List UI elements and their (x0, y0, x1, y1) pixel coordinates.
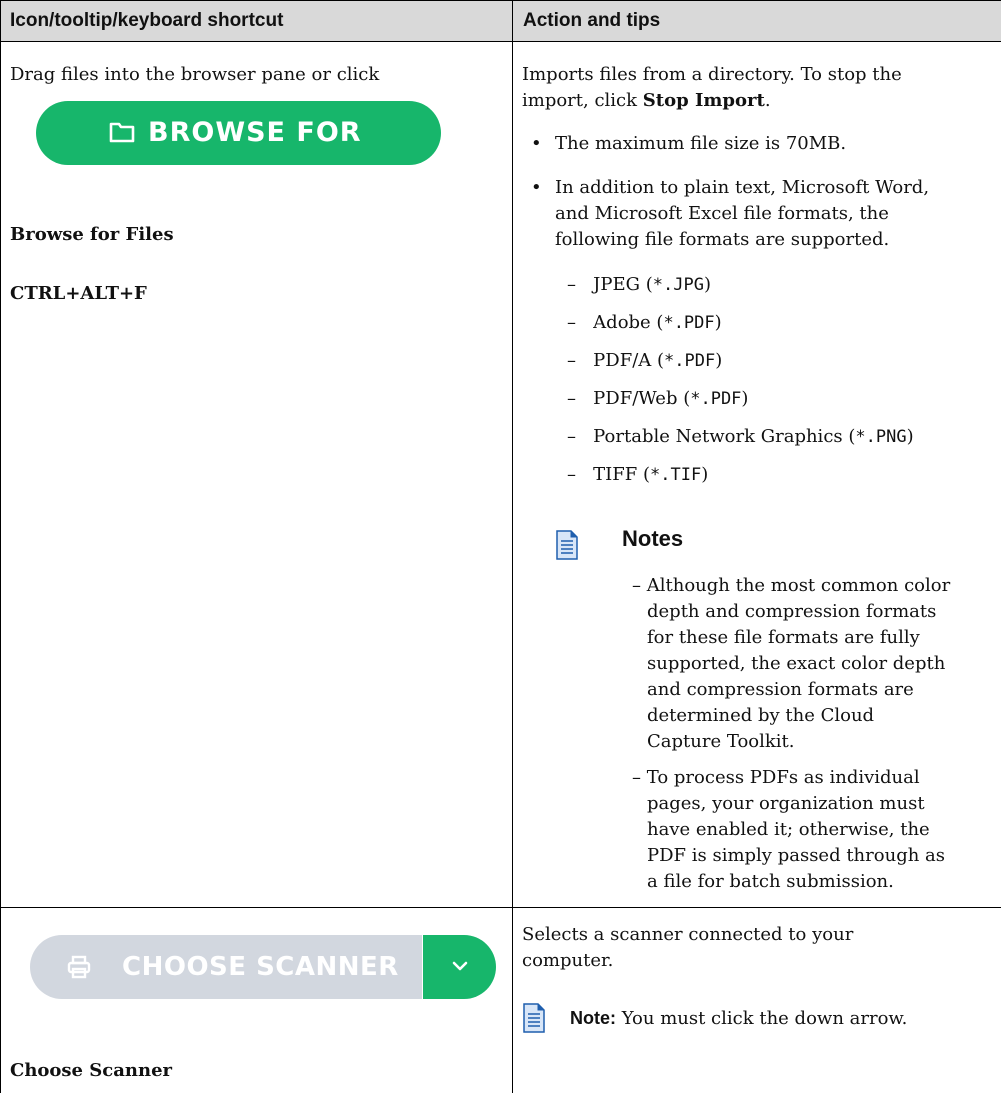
bullet-formats-line2: and Microsoft Excel file formats, the (555, 203, 889, 224)
note2-line2: pages, your organization must (647, 793, 925, 814)
table-header: Icon/tooltip/keyboard shortcut Action an… (0, 0, 1001, 42)
note2-line4: PDF is simply passed through as (647, 845, 945, 866)
browse-for-files-button[interactable]: BROWSE FOR FILES (36, 101, 441, 212)
note1-line6: determined by the Cloud (647, 705, 875, 726)
header-action-column: Action and tips (523, 10, 661, 31)
format-item-tiff: – TIFF (*.TIF) (567, 464, 709, 485)
note-document-icon (556, 530, 578, 560)
format-item-jpeg: – JPEG (*.JPG) (567, 274, 711, 295)
note2-line5: a file for batch submission. (647, 871, 894, 892)
note1-line4: supported, the exact color depth (647, 653, 946, 674)
bullet-marker: • (531, 177, 542, 198)
format-item-png: – Portable Network Graphics (*.PNG) (567, 426, 914, 447)
notes-title: Notes (622, 526, 684, 551)
note1-line1: – Although the most common color (632, 575, 951, 596)
action-description-line1: Imports files from a directory. To stop … (522, 64, 902, 85)
note2-line3: have enabled it; otherwise, the (647, 819, 930, 840)
note1-line3: for these file formats are fully (647, 627, 920, 648)
bullet-marker: • (531, 133, 542, 154)
action-description-line2: import, click Stop Import. (522, 90, 771, 111)
browse-for-files-label: BROWSE FOR FILES (148, 117, 362, 212)
format-item-adobe: – Adobe (*.PDF) (567, 312, 722, 333)
note1-line7: Capture Toolkit. (647, 731, 795, 752)
bullet-formats-line3: following file formats are supported. (555, 229, 890, 250)
note1-line2: depth and compression formats (647, 601, 937, 622)
format-item-pdfweb: – PDF/Web (*.PDF) (567, 388, 749, 409)
shortcut-table: Icon/tooltip/keyboard shortcut Action an… (0, 0, 1001, 1093)
bullet-formats-line1: In addition to plain text, Microsoft Wor… (555, 177, 930, 198)
folder-icon (109, 122, 135, 143)
column-divider (512, 0, 513, 1093)
note2-line1: – To process PDFs as individual (632, 767, 920, 788)
stop-import-label: Stop Import (642, 90, 765, 111)
row-divider (0, 907, 1001, 908)
browse-tooltip-text: Browse for Files (10, 224, 174, 245)
table-border-left (0, 0, 1, 1093)
header-icon-column: Icon/tooltip/keyboard shortcut (10, 10, 284, 31)
note1-line5: and compression formats are (647, 679, 914, 700)
bullet-max-file-size: The maximum file size is 70MB. (555, 133, 847, 154)
drag-files-text: Drag files into the browser pane or clic… (10, 64, 380, 85)
format-item-pdfa: – PDF/A (*.PDF) (567, 350, 723, 371)
browse-shortcut-text: CTRL+ALT+F (10, 283, 147, 304)
